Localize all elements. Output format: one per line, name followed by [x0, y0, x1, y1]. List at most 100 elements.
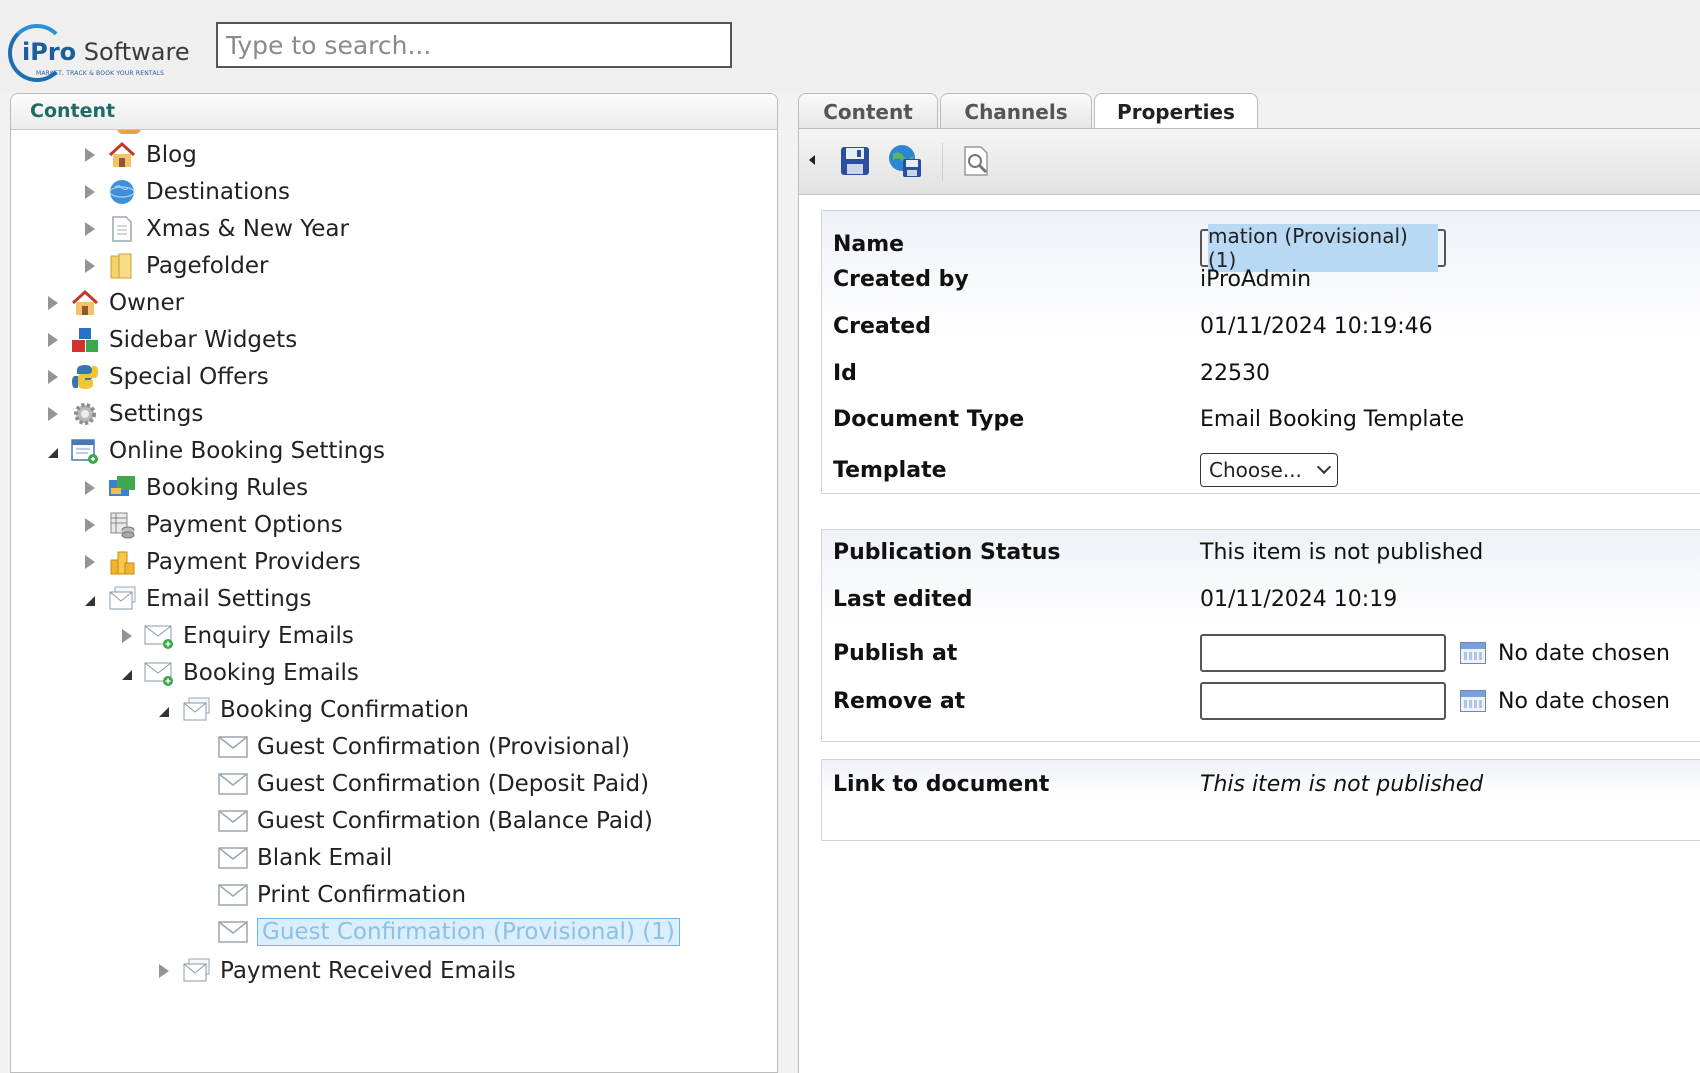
tree-item-label: Payment Options: [146, 512, 343, 538]
email-add-icon: [143, 621, 175, 651]
tree-item[interactable]: Pagefolder: [80, 246, 268, 286]
collapsed-arrow-icon[interactable]: [117, 626, 137, 646]
tree-item[interactable]: Payment Options: [80, 505, 343, 545]
save-and-publish-button[interactable]: [887, 143, 923, 179]
name-input[interactable]: mation (Provisional) (1): [1200, 224, 1446, 272]
tree-item[interactable]: Guest Confirmation (Deposit Paid): [191, 764, 649, 804]
document-type-row: Document Type Email Booking Template: [833, 407, 1465, 432]
tree-item[interactable]: Special Offers: [43, 357, 269, 397]
tree-item[interactable]: Payment Providers: [80, 542, 361, 582]
template-select[interactable]: Choose...: [1200, 453, 1338, 487]
expanded-arrow-icon[interactable]: [80, 589, 100, 609]
folder-icon: [106, 251, 138, 281]
tree-item[interactable]: Payment Received Emails: [154, 951, 516, 991]
tree-item-label: Payment Received Emails: [220, 958, 516, 984]
tree-item[interactable]: Booking Confirmation: [154, 690, 469, 730]
gear-icon: [69, 399, 101, 429]
calendar-icon[interactable]: [1460, 642, 1486, 664]
collapsed-arrow-icon[interactable]: [43, 367, 63, 387]
save-button[interactable]: [837, 143, 873, 179]
tree-item-label: Guest Confirmation (Balance Paid): [257, 808, 653, 834]
search-input[interactable]: [216, 22, 732, 68]
collapse-arrow-icon[interactable]: [809, 155, 815, 165]
logo-text: iPro Software: [22, 38, 190, 66]
tree-item[interactable]: Owner: [43, 283, 184, 323]
house-icon: [69, 288, 101, 318]
tree-item[interactable]: Booking Rules: [80, 468, 308, 508]
ipro-logo[interactable]: iPro Software MARKET, TRACK & BOOK YOUR …: [8, 18, 190, 88]
email-stack-icon: [180, 695, 212, 725]
tree-item[interactable]: Enquiry Emails: [117, 616, 354, 656]
tree-item-label: Xmas & New Year: [146, 216, 349, 242]
collapsed-arrow-icon[interactable]: [80, 552, 100, 572]
publish-at-row: Publish at No date chosen: [833, 634, 1670, 672]
email-stack-icon: [180, 956, 212, 986]
tab-channels[interactable]: Channels: [940, 93, 1092, 129]
collapsed-arrow-icon[interactable]: [80, 145, 100, 165]
preview-icon: [964, 146, 988, 176]
tree-item[interactable]: Print Confirmation: [191, 875, 466, 915]
tree-item[interactable]: Blog: [80, 135, 197, 175]
tree-item-label: Booking Confirmation: [220, 697, 469, 723]
collapsed-arrow-icon[interactable]: [43, 330, 63, 350]
tree-item-label: Special Offers: [109, 364, 269, 390]
tree-item[interactable]: Online Booking Settings: [43, 431, 385, 471]
tree-item[interactable]: Sidebar Widgets: [43, 320, 297, 360]
house-icon: [117, 130, 141, 134]
envelope-icon: [217, 843, 249, 873]
last-edited-row: Last edited 01/11/2024 10:19: [833, 587, 1398, 612]
collapsed-arrow-icon[interactable]: [80, 219, 100, 239]
database-icon: [106, 510, 138, 540]
link-row: Link to document This item is not publis…: [833, 772, 1484, 797]
tree-item-label: Blank Email: [257, 845, 393, 871]
email-add-icon: [143, 658, 175, 688]
collapsed-arrow-icon[interactable]: [80, 256, 100, 276]
calendar-icon[interactable]: [1460, 690, 1486, 712]
tree-item[interactable]: Guest Confirmation (Provisional) (1): [191, 912, 680, 952]
tree-item[interactable]: Destinations: [80, 172, 290, 212]
tree-item-label: Enquiry Emails: [183, 623, 354, 649]
document-properties-box: Name mation (Provisional) (1) Created by…: [821, 210, 1700, 494]
booking-settings-icon: [69, 436, 101, 466]
expanded-arrow-icon[interactable]: [117, 663, 137, 683]
tree-item-label: Settings: [109, 401, 204, 427]
tree-item[interactable]: Booking Emails: [117, 653, 359, 693]
collapsed-arrow-icon[interactable]: [154, 961, 174, 981]
logo-tagline: MARKET, TRACK & BOOK YOUR RENTALS: [36, 70, 165, 77]
save-and-publish-icon: [889, 145, 921, 177]
remove-at-input[interactable]: [1200, 682, 1446, 720]
tree-item[interactable]: Email Settings: [80, 579, 311, 619]
name-row: Name mation (Provisional) (1): [833, 221, 1446, 272]
envelope-icon: [217, 806, 249, 836]
tree-item-label: Guest Confirmation (Provisional) (1): [257, 918, 680, 946]
tab-content[interactable]: Content: [798, 93, 938, 129]
tree-item[interactable]: Xmas & New Year: [80, 209, 349, 249]
tree-item-label: Email Settings: [146, 586, 312, 612]
envelope-icon: [217, 732, 249, 762]
collapsed-arrow-icon[interactable]: [43, 404, 63, 424]
blocks-icon: [69, 325, 101, 355]
content-tree-title: Content: [11, 94, 777, 130]
expanded-arrow-icon[interactable]: [43, 441, 63, 461]
preview-button[interactable]: [959, 143, 995, 179]
python-icon: [69, 362, 101, 392]
publish-at-input[interactable]: [1200, 634, 1446, 672]
collapsed-arrow-icon[interactable]: [80, 515, 100, 535]
collapsed-arrow-icon[interactable]: [80, 182, 100, 202]
collapsed-arrow-icon[interactable]: [80, 478, 100, 498]
expanded-arrow-icon[interactable]: [154, 700, 174, 720]
content-tree: Blog Destinations Xmas & New Year Pagefolde…: [11, 130, 777, 1070]
remove-at-row: Remove at No date chosen: [833, 682, 1670, 720]
tree-item-label: Owner: [109, 290, 185, 316]
tree-item[interactable]: Settings: [43, 394, 203, 434]
toolbar-divider: [942, 143, 943, 181]
tree-item[interactable]: Blank Email: [191, 838, 392, 878]
tree-item[interactable]: Guest Confirmation (Provisional): [191, 727, 630, 767]
publication-status-row: Publication Status This item is not publ…: [833, 540, 1484, 565]
link-box: Link to document This item is not publis…: [821, 759, 1700, 841]
envelope-icon: [217, 917, 249, 947]
collapsed-arrow-icon[interactable]: [43, 293, 63, 313]
tree-item[interactable]: Guest Confirmation (Balance Paid): [191, 801, 653, 841]
created-row: Created 01/11/2024 10:19:46: [833, 314, 1433, 339]
tab-properties[interactable]: Properties: [1094, 93, 1258, 130]
